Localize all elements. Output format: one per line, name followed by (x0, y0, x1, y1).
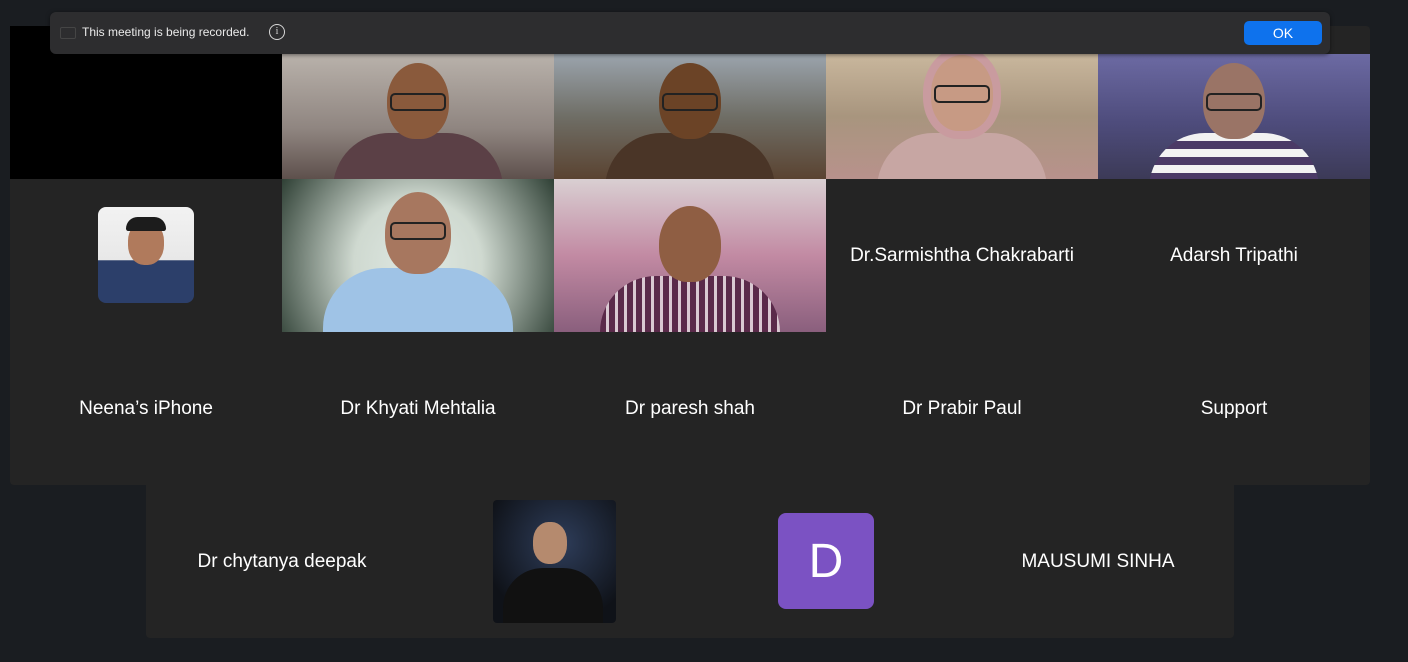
participant-figure (600, 206, 780, 332)
participant-figure (333, 63, 503, 179)
participant-name: MAUSUMI SINHA (1021, 550, 1175, 572)
participant-name: Support (1200, 397, 1268, 419)
recording-message: This meeting is being recorded. (82, 25, 250, 39)
participant-tile-video[interactable] (282, 179, 554, 332)
participant-name: Neena’s iPhone (79, 397, 213, 419)
participant-tile-name[interactable]: Dr Khyati Mehtalia (282, 332, 554, 485)
participant-figure (877, 54, 1047, 179)
recording-notification-banner: This meeting is being recorded. i OK (50, 12, 1330, 54)
participant-tile-video[interactable] (1098, 54, 1370, 179)
participant-tile-name[interactable]: Dr paresh shah (554, 332, 826, 485)
profile-photo (98, 207, 194, 303)
participant-tile-profile[interactable] (10, 179, 282, 332)
participant-name: Dr chytanya deepak (197, 550, 367, 572)
participant-figure (323, 192, 513, 332)
participant-tile-name[interactable]: MAUSUMI SINHA (962, 485, 1234, 638)
participant-name: Adarsh Tripathi (1170, 244, 1298, 266)
ok-button[interactable]: OK (1244, 21, 1322, 45)
participant-tile-profile[interactable] (418, 485, 690, 638)
participant-figure (1149, 63, 1319, 179)
participant-tile-name[interactable]: Neena’s iPhone (10, 332, 282, 485)
participant-tile-video[interactable] (282, 54, 554, 179)
participant-tile-name[interactable]: Dr chytanya deepak (146, 485, 418, 638)
participant-tile-name[interactable]: Dr Prabir Paul (826, 332, 1098, 485)
participant-name: Dr Khyati Mehtalia (340, 397, 496, 419)
participant-name: Dr Prabir Paul (902, 397, 1022, 419)
participant-tile-letter-avatar[interactable]: D (690, 485, 962, 638)
participant-tile-name[interactable]: Dr.Sarmishtha Chakrabarti (826, 179, 1098, 332)
letter-avatar: D (778, 513, 874, 609)
participant-tile-video[interactable] (826, 54, 1098, 179)
participant-tile-name[interactable]: Adarsh Tripathi (1098, 179, 1370, 332)
info-icon[interactable]: i (269, 24, 285, 40)
participant-name: Dr paresh shah (625, 397, 755, 419)
participant-tile-video[interactable] (554, 179, 826, 332)
participant-figure (605, 63, 775, 179)
recording-icon (60, 27, 76, 39)
participant-tile-active-speaker[interactable] (554, 54, 826, 179)
participant-tile-name[interactable]: Support (1098, 332, 1370, 485)
profile-photo (493, 500, 616, 623)
participant-name: Dr.Sarmishtha Chakrabarti (850, 244, 1074, 266)
